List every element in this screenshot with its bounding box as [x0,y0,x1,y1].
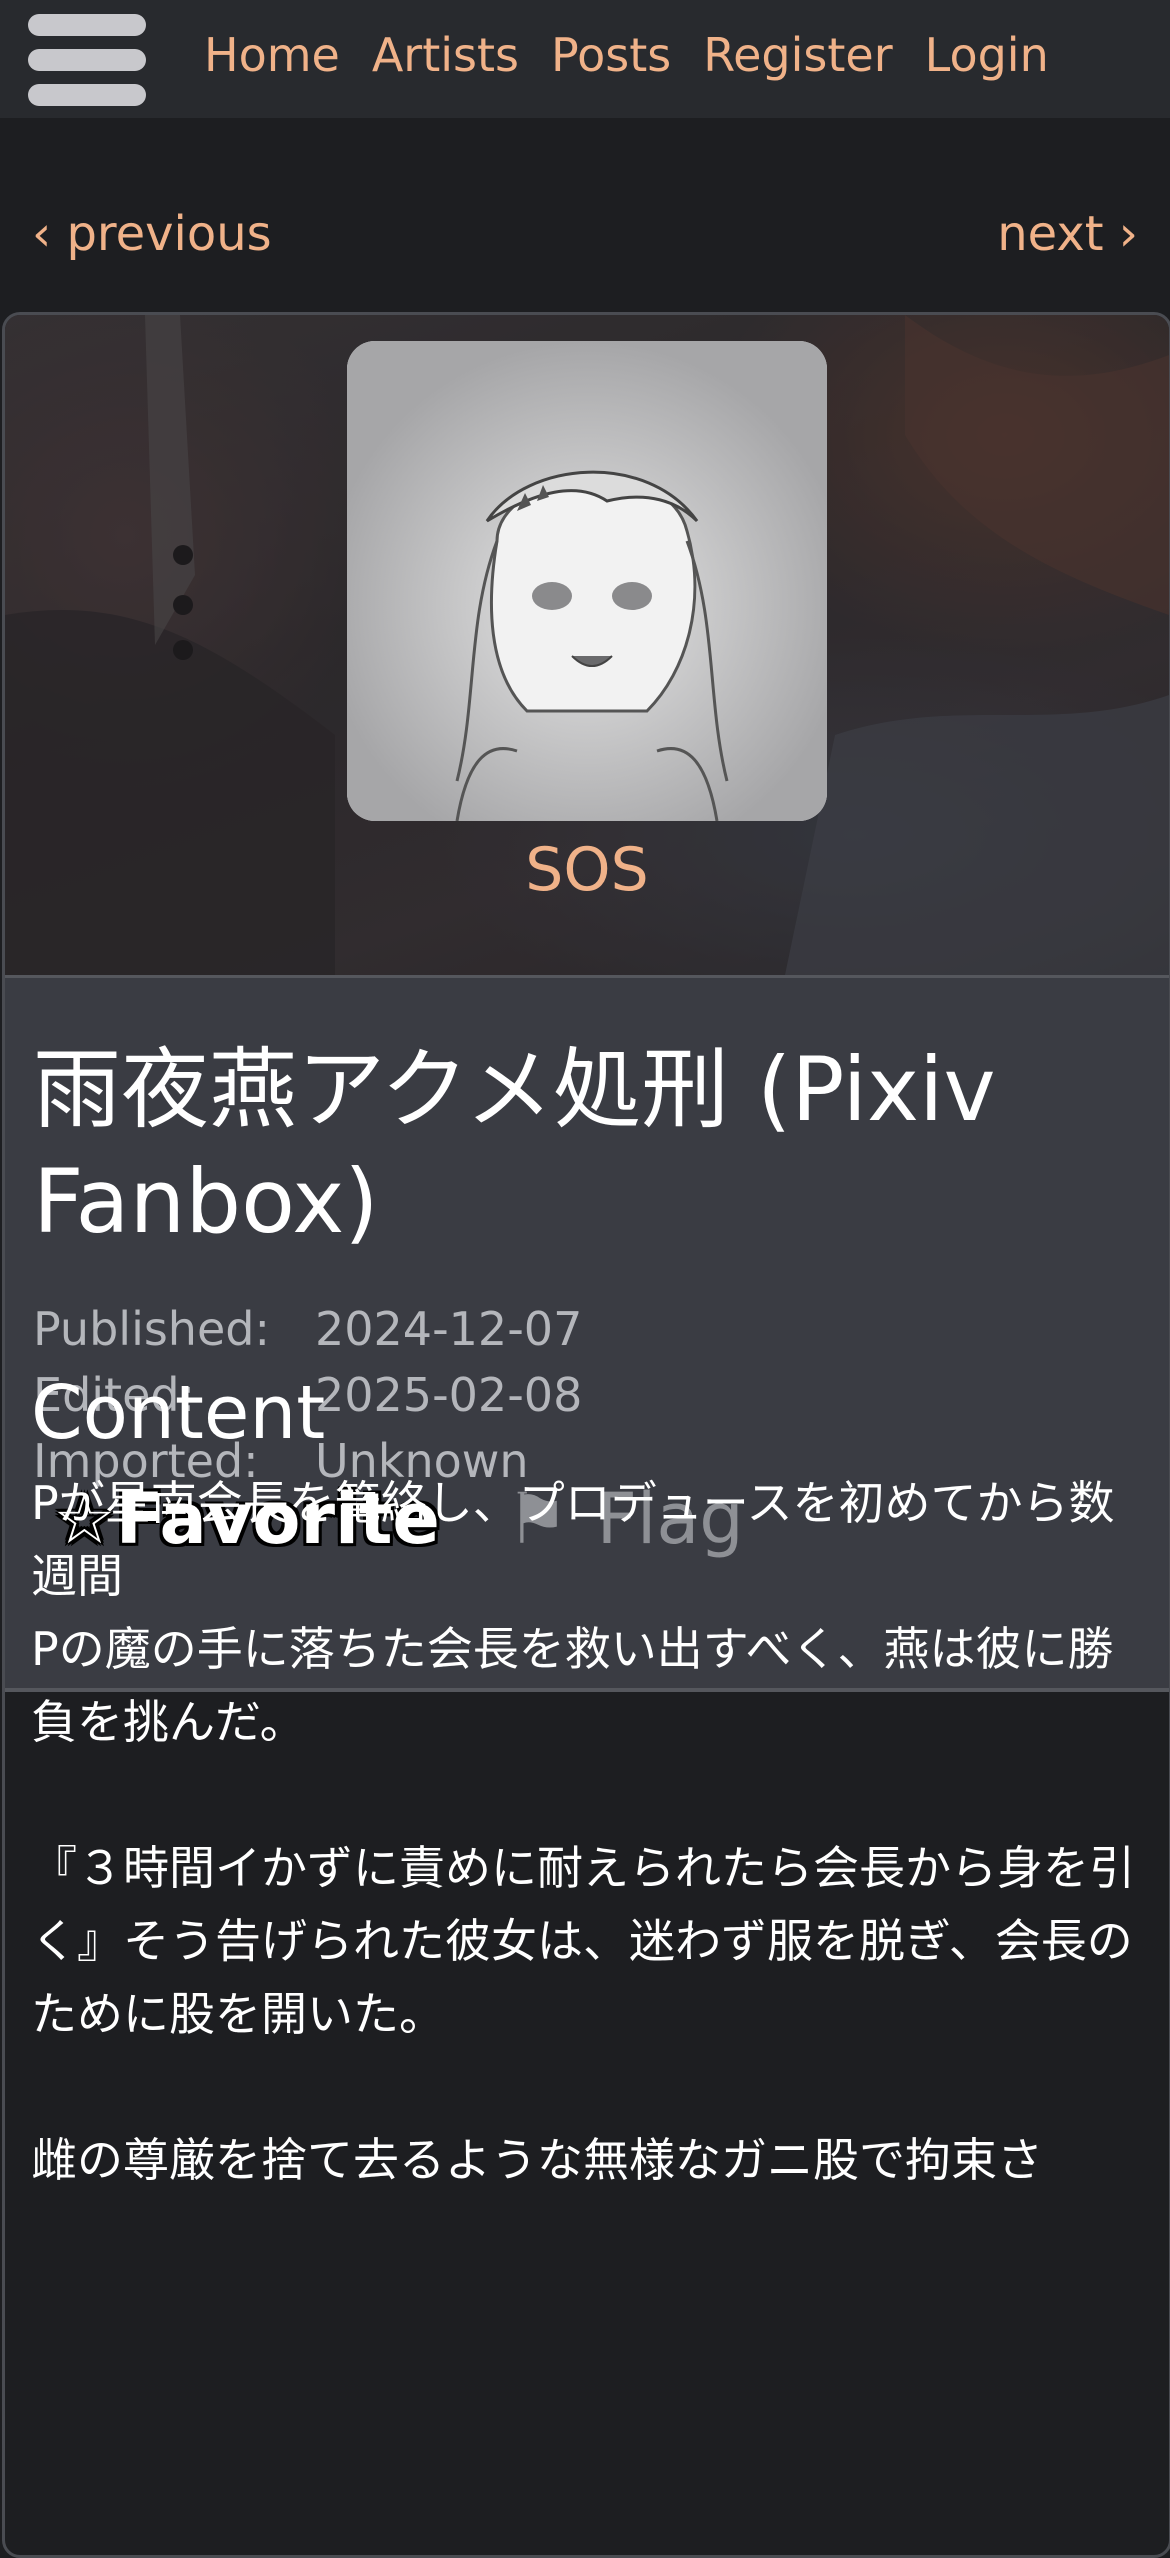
content-body: Pが星南会長を篭絡し、プロデュースを初めてから数週間 Pの魔の手に落ちた会長を救… [31,1476,1135,2187]
nav-link-artists[interactable]: Artists [372,24,519,86]
avatar-illustration [347,341,827,821]
nav-link-register[interactable]: Register [703,24,892,86]
next-post-link[interactable]: next › [997,206,1138,262]
post-card: SOS 雨夜燕アクメ処刑 (Pixiv Fanbox) Published: 2… [2,312,1170,2558]
artist-banner: SOS [5,315,1169,975]
previous-post-link[interactable]: ‹ previous [32,206,272,262]
nav-link-login[interactable]: Login [925,24,1049,86]
published-value: 2024-12-07 [315,1302,583,1356]
artist-avatar[interactable] [347,341,827,821]
nav-links: Home Artists Posts Register Login [204,24,1049,86]
post-content-section: Content Pが星南会長を篭絡し、プロデュースを初めてから数週間 Pの魔の手… [31,1365,1141,2197]
hamburger-menu-icon[interactable] [28,14,146,106]
post-title: 雨夜燕アクメ処刑 (Pixiv Fanbox) [33,1038,996,1253]
nav-link-posts[interactable]: Posts [551,24,671,86]
published-row: Published: 2024-12-07 [33,1296,582,1362]
nav-link-home[interactable]: Home [204,24,340,86]
published-label: Published: [33,1302,270,1356]
top-navbar: Home Artists Posts Register Login [0,0,1170,118]
content-heading: Content [31,1370,326,1456]
artist-name-link[interactable]: SOS [5,835,1169,905]
